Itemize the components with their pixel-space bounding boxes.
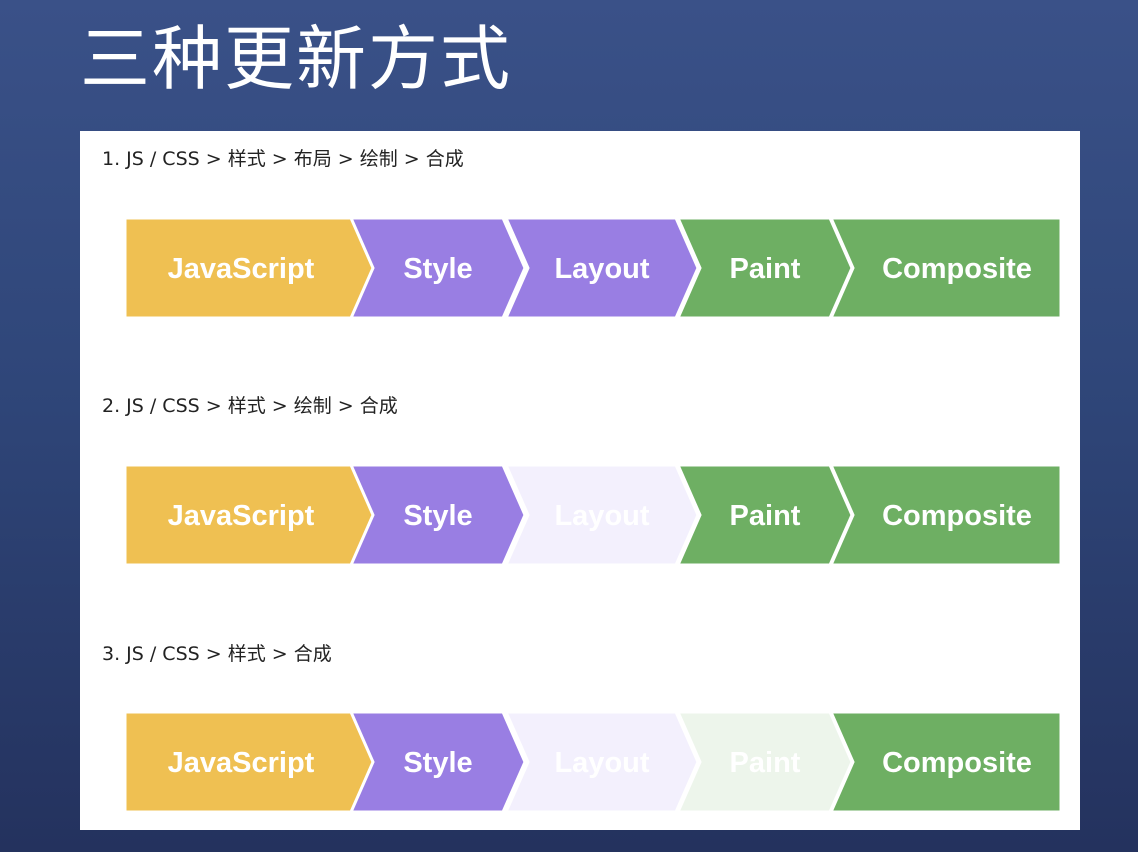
stage-composite: Composite [828,216,1063,320]
stage-composite-label: Composite [882,253,1032,285]
stage-layout-label: Layout [554,253,649,285]
stage-composite: Composite [828,710,1063,814]
pipeline-diagram: JavaScript Style Layout Paint Composite [123,710,1063,814]
stage-composite: Composite [828,463,1063,567]
pipeline-diagram: JavaScript Style Layout Paint Composite [123,216,1063,320]
pipeline-2: JavaScript Style Layout Paint Composite [123,460,1065,570]
stage-javascript: JavaScript [123,216,377,320]
stage-style: Style [348,710,527,814]
stage-composite-label: Composite [882,747,1032,779]
stage-paint: Paint [675,463,854,567]
stage-style: Style [348,216,527,320]
pipeline-diagram: JavaScript Style Layout Paint Composite [123,463,1063,567]
stage-layout: Layout [503,710,700,814]
stage-javascript: JavaScript [123,463,377,567]
stage-layout-label: Layout [554,747,649,779]
pipeline-1: JavaScript Style Layout Paint Composite [123,213,1065,323]
pipeline-3-caption: 3. JS / CSS > 样式 > 合成 [102,643,332,665]
stage-style: Style [348,463,527,567]
pipeline-1-caption: 1. JS / CSS > 样式 > 布局 > 绘制 > 合成 [102,148,464,170]
stage-style-label: Style [403,253,472,285]
stage-style-label: Style [403,500,472,532]
stage-paint: Paint [675,710,854,814]
stage-layout: Layout [503,216,700,320]
stage-composite-label: Composite [882,500,1032,532]
stage-paint-label: Paint [730,747,801,779]
stage-paint: Paint [675,216,854,320]
stage-style-label: Style [403,747,472,779]
stage-javascript: JavaScript [123,710,377,814]
stage-layout-label: Layout [554,500,649,532]
pipeline-2-caption: 2. JS / CSS > 样式 > 绘制 > 合成 [102,395,398,417]
stage-layout: Layout [503,463,700,567]
stage-javascript-label: JavaScript [168,500,315,532]
pipelines-panel: 1. JS / CSS > 样式 > 布局 > 绘制 > 合成 JavaScri… [80,131,1080,830]
slide-title: 三种更新方式 [80,18,512,100]
stage-javascript-label: JavaScript [168,747,315,779]
pipeline-3: JavaScript Style Layout Paint Composite [123,707,1065,817]
stage-paint-label: Paint [730,500,801,532]
stage-paint-label: Paint [730,253,801,285]
stage-javascript-label: JavaScript [168,253,315,285]
